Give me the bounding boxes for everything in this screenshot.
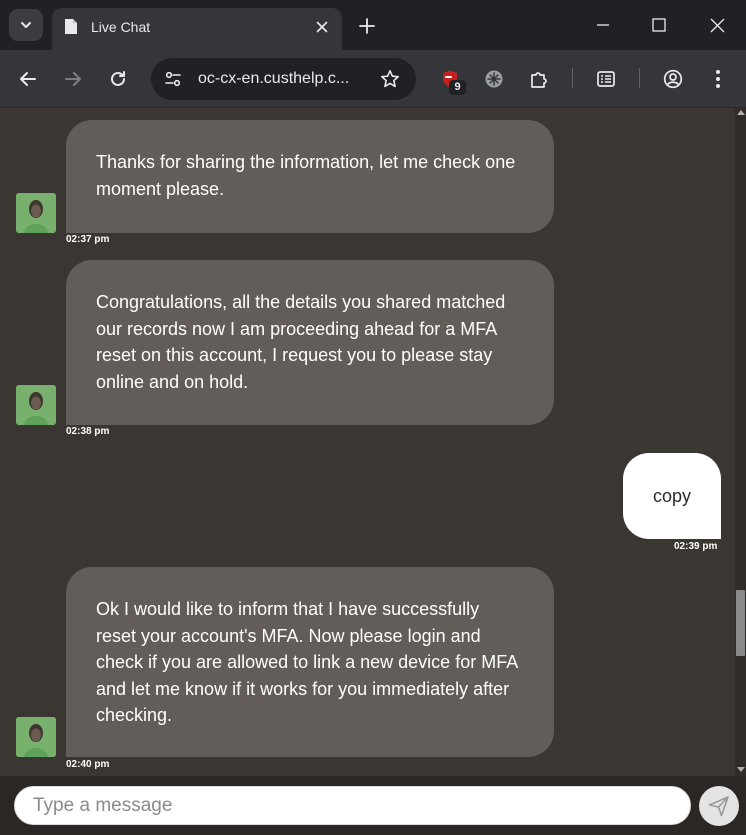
- minimize-icon: [597, 24, 609, 26]
- browser-toolbar: oc-cx-en.custhelp.c...: [0, 50, 746, 108]
- send-icon: [708, 796, 729, 817]
- arrow-left-icon: [20, 72, 36, 86]
- browser-menu-button[interactable]: [702, 63, 734, 95]
- tab-search-button[interactable]: [9, 9, 43, 41]
- document-icon: [65, 19, 77, 34]
- scroll-up-arrow-icon[interactable]: [737, 110, 745, 115]
- puzzle-icon: [531, 72, 547, 88]
- extensions-button[interactable]: [523, 63, 555, 95]
- plus-icon: [359, 18, 375, 34]
- minimize-button[interactable]: [583, 10, 623, 40]
- send-button[interactable]: [699, 786, 739, 826]
- scroll-down-arrow-icon[interactable]: [737, 767, 745, 772]
- chat-scrollbar[interactable]: [735, 108, 746, 776]
- message-timestamp: 02:37 pm: [66, 234, 110, 245]
- address-bar[interactable]: oc-cx-en.custhelp.c...: [151, 58, 416, 100]
- message-input[interactable]: [14, 786, 691, 825]
- reload-icon: [111, 71, 125, 86]
- toolbar-divider: [572, 68, 573, 88]
- agent-avatar: [16, 385, 56, 425]
- maximize-icon: [652, 18, 666, 32]
- site-info-button[interactable]: [161, 67, 185, 91]
- flower-icon: [485, 70, 503, 88]
- message-composer: [0, 776, 746, 835]
- toolbar-divider: [639, 68, 640, 88]
- close-window-button[interactable]: [697, 10, 737, 40]
- profile-icon: [663, 69, 683, 89]
- user-message-bubble: copy: [623, 453, 721, 539]
- new-tab-button[interactable]: [353, 12, 381, 40]
- tab-title: Live Chat: [91, 19, 151, 35]
- maximize-button[interactable]: [639, 10, 679, 40]
- agent-message-bubble: Thanks for sharing the information, let …: [66, 120, 554, 233]
- agent-message-bubble: Ok I would like to inform that I have su…: [66, 567, 554, 757]
- kebab-menu-icon: [716, 70, 720, 88]
- close-icon: [710, 18, 724, 32]
- chat-transcript[interactable]: Thanks for sharing the information, let …: [0, 108, 746, 776]
- tab-close-button[interactable]: [312, 17, 332, 37]
- tab-live-chat[interactable]: Live Chat: [52, 8, 342, 50]
- reading-list-button[interactable]: [590, 63, 622, 95]
- reading-list-icon: [597, 71, 615, 87]
- profile-button[interactable]: [657, 63, 689, 95]
- agent-avatar: [16, 193, 56, 233]
- close-icon: [316, 21, 328, 33]
- tune-icon: [165, 71, 181, 87]
- forward-button[interactable]: [57, 63, 89, 95]
- extension-badge: 9: [449, 80, 466, 95]
- arrow-right-icon: [65, 72, 81, 86]
- message-timestamp: 02:38 pm: [66, 426, 110, 437]
- reload-button[interactable]: [102, 63, 134, 95]
- scroll-thumb[interactable]: [736, 590, 745, 656]
- extension-flower-button[interactable]: [478, 63, 510, 95]
- chevron-down-icon: [21, 22, 31, 28]
- agent-avatar: [16, 717, 56, 757]
- star-icon: [381, 70, 399, 88]
- url-text[interactable]: oc-cx-en.custhelp.c...: [198, 70, 368, 88]
- message-timestamp: 02:40 pm: [66, 759, 110, 770]
- agent-message-bubble: Congratulations, all the details you sha…: [66, 260, 554, 425]
- back-button[interactable]: [12, 63, 44, 95]
- tab-strip: Live Chat: [0, 0, 746, 50]
- bookmark-button[interactable]: [378, 67, 402, 91]
- message-timestamp: 02:39 pm: [674, 541, 718, 552]
